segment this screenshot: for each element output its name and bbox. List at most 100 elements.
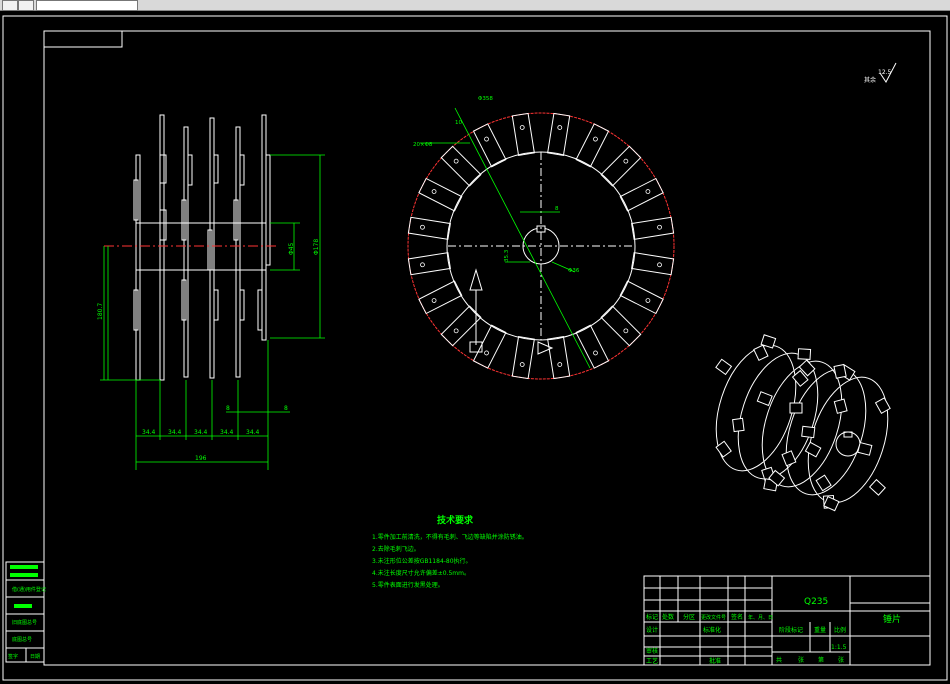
roughness-note: 其余 xyxy=(864,76,876,84)
dim-thickness: 8 xyxy=(226,405,230,412)
iso-hammer xyxy=(715,358,733,376)
dim-spacing: 34.4 xyxy=(194,429,208,436)
hammer-blade xyxy=(511,336,535,380)
tech-note: 5.零件表面进行发黑处理。 xyxy=(372,581,444,589)
tech-note: 1.零件加工前清洗，不得有毛刺、飞边等缺陷并涂防锈油。 xyxy=(372,533,528,541)
hammer-blade xyxy=(440,145,482,187)
dim-height: 180.7 xyxy=(97,303,104,320)
strip-label: 底图总号 xyxy=(12,636,32,643)
disc-plate xyxy=(261,114,271,341)
dim-hole-note: 20×Φ8 xyxy=(413,142,433,148)
disc-plate xyxy=(235,126,245,378)
tb-cell: 比例 xyxy=(834,626,846,634)
iso-hammer xyxy=(756,391,773,407)
hammer-blade xyxy=(575,324,610,369)
hammer-blade xyxy=(600,145,642,187)
tb-cell: 设计 xyxy=(646,626,658,634)
disc-plate xyxy=(159,126,193,378)
scale-value: 1:1.5 xyxy=(831,644,847,651)
dim-spacing: 34.4 xyxy=(168,429,182,436)
tb-cell: 处数 xyxy=(662,613,674,621)
hammer-blade xyxy=(547,336,571,380)
hammer-blade xyxy=(631,252,675,276)
hammer-blade xyxy=(511,112,535,156)
hammer-blade xyxy=(631,216,675,240)
strip-label: 日期 xyxy=(30,654,40,660)
iso-hammer xyxy=(781,450,797,467)
iso-hammer xyxy=(797,348,812,360)
dim-overall-length: 196 xyxy=(195,455,207,462)
hammer-blade xyxy=(472,324,507,369)
strip-label: 借(通)用件登记 xyxy=(12,586,46,593)
tb-cell: 工艺 xyxy=(646,657,658,665)
inner-border xyxy=(43,30,931,666)
outer-border xyxy=(2,15,948,681)
tb-cell: 审核 xyxy=(646,647,658,655)
layer-dropdown[interactable] xyxy=(36,0,138,11)
cad-drawing: 其余 12.5 196 34.4 34.4 34.4 34.4 34.4 8 8… xyxy=(2,15,948,681)
iso-hammer xyxy=(753,344,769,361)
hammer-blade xyxy=(619,177,664,212)
tech-note: 4.未注长度尺寸允许偏差±0.5mm。 xyxy=(372,569,470,577)
material-label: Q235 xyxy=(804,597,828,607)
hammer-blade xyxy=(440,305,482,347)
code-box xyxy=(43,30,123,48)
disc-plate xyxy=(209,117,219,379)
iso-hammer xyxy=(715,440,732,458)
tb-cell: 标记 xyxy=(646,613,658,621)
tb-cell: 标准化 xyxy=(703,626,721,634)
hammer-blade xyxy=(575,123,610,168)
hammer-blade xyxy=(418,280,463,315)
hammer-blade xyxy=(547,112,571,156)
tech-note: 3.未注形位公差按GB1184-80执行。 xyxy=(372,557,472,565)
isometric-view xyxy=(715,334,891,512)
hammer-blade xyxy=(407,216,451,240)
tb-cell: 更改文件号 xyxy=(701,614,726,621)
title-block-text: Q235 锤片 1:1.5 标记 处数 分区 更改文件号 签名 年、月、日 设计… xyxy=(646,597,901,665)
hammer-blade xyxy=(407,252,451,276)
dim-tip: 10 xyxy=(455,120,462,126)
dim-diameter: Φ178 xyxy=(313,239,320,255)
toolbar-button[interactable] xyxy=(18,0,34,11)
app-toolbar xyxy=(0,0,950,11)
strip-label: 旧底图总号 xyxy=(12,619,37,626)
dim-spacing: 34.4 xyxy=(246,429,260,436)
tb-cell: 批准 xyxy=(709,657,721,665)
side-view xyxy=(104,114,278,381)
tb-cell: 张 xyxy=(838,656,844,664)
iso-hammer xyxy=(874,397,891,414)
dim-thickness: 8 xyxy=(284,405,288,412)
toolbar-button[interactable] xyxy=(2,0,18,11)
iso-hammer xyxy=(815,474,832,492)
left-strip-text: 借(通)用件登记 旧底图总号 底图总号 签字 日期 xyxy=(8,565,46,660)
tb-cell: 年、月、日 xyxy=(748,614,773,621)
tb-cell: 签名 xyxy=(731,613,743,621)
hammer-blade xyxy=(472,123,507,168)
dim-key-width: 8 xyxy=(555,206,559,212)
iso-hammer xyxy=(801,425,816,439)
drawing-canvas: 其余 12.5 196 34.4 34.4 34.4 34.4 34.4 8 8… xyxy=(0,11,950,684)
tb-cell: 共 xyxy=(776,656,782,664)
side-view-dim-text: 196 34.4 34.4 34.4 34.4 34.4 8 8 180.7 Φ… xyxy=(97,239,320,462)
strip-label: 签字 xyxy=(8,653,18,660)
dim-spacing: 34.4 xyxy=(220,429,234,436)
dim-outer-diameter: Φ358 xyxy=(478,96,493,102)
roughness-value: 12.5 xyxy=(878,69,892,76)
iso-hammer xyxy=(732,417,745,433)
part-name: 锤片 xyxy=(883,613,901,625)
dim-key-depth: 35.3 xyxy=(504,249,510,262)
hammer-blade xyxy=(418,177,463,212)
iso-hammer xyxy=(789,402,803,414)
tb-cell: 重量 xyxy=(814,626,826,634)
tb-cell: 第 xyxy=(818,656,824,664)
dim-diameter-small: Φ45 xyxy=(288,242,295,255)
tb-cell: 分区 xyxy=(683,613,695,621)
dim-bore: Φ36 xyxy=(568,268,580,274)
hammer-blade xyxy=(619,280,664,315)
iso-hammer xyxy=(833,363,847,379)
technical-requirements: 技术要求 1.零件加工前清洗，不得有毛刺、飞边等缺陷并涂防锈油。 2.去除毛刺飞… xyxy=(372,514,528,589)
tb-cell: 张 xyxy=(798,656,804,664)
dim-spacing: 34.4 xyxy=(142,429,156,436)
hammer-blade xyxy=(600,305,642,347)
iso-hammer xyxy=(833,398,848,414)
